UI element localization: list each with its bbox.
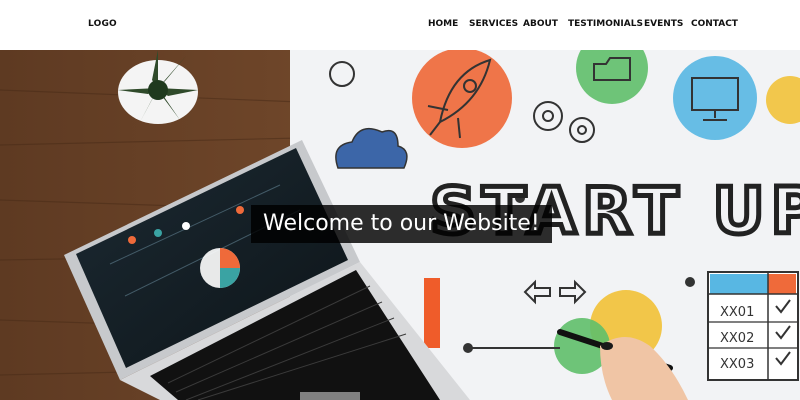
- checklist-item-3: XX03: [720, 357, 754, 372]
- nav-services[interactable]: SERVICES: [469, 19, 518, 29]
- hero-banner: START UP XX01 XX02 XX03 Welcome to our W…: [0, 50, 800, 400]
- nav-about[interactable]: ABOUT: [523, 19, 558, 29]
- logo-link[interactable]: LOGO: [88, 19, 117, 29]
- checklist-table: XX01 XX02 XX03: [707, 271, 799, 381]
- rocket-circle: [412, 50, 512, 148]
- nav-events[interactable]: EVENTS: [644, 19, 683, 29]
- monitor-circle: [673, 56, 757, 140]
- nav-home[interactable]: HOME: [428, 19, 458, 29]
- nav-contact[interactable]: CONTACT: [691, 19, 738, 29]
- site-header: LOGO HOME SERVICES ABOUT TESTIMONIALS EV…: [0, 0, 800, 50]
- orange-bar: [424, 278, 440, 348]
- checklist-item-1: XX01: [720, 305, 754, 320]
- nav-testimonials[interactable]: TESTIMONIALS: [568, 19, 643, 29]
- welcome-banner: Welcome to our Website!: [251, 205, 552, 243]
- checklist-item-2: XX02: [720, 331, 754, 346]
